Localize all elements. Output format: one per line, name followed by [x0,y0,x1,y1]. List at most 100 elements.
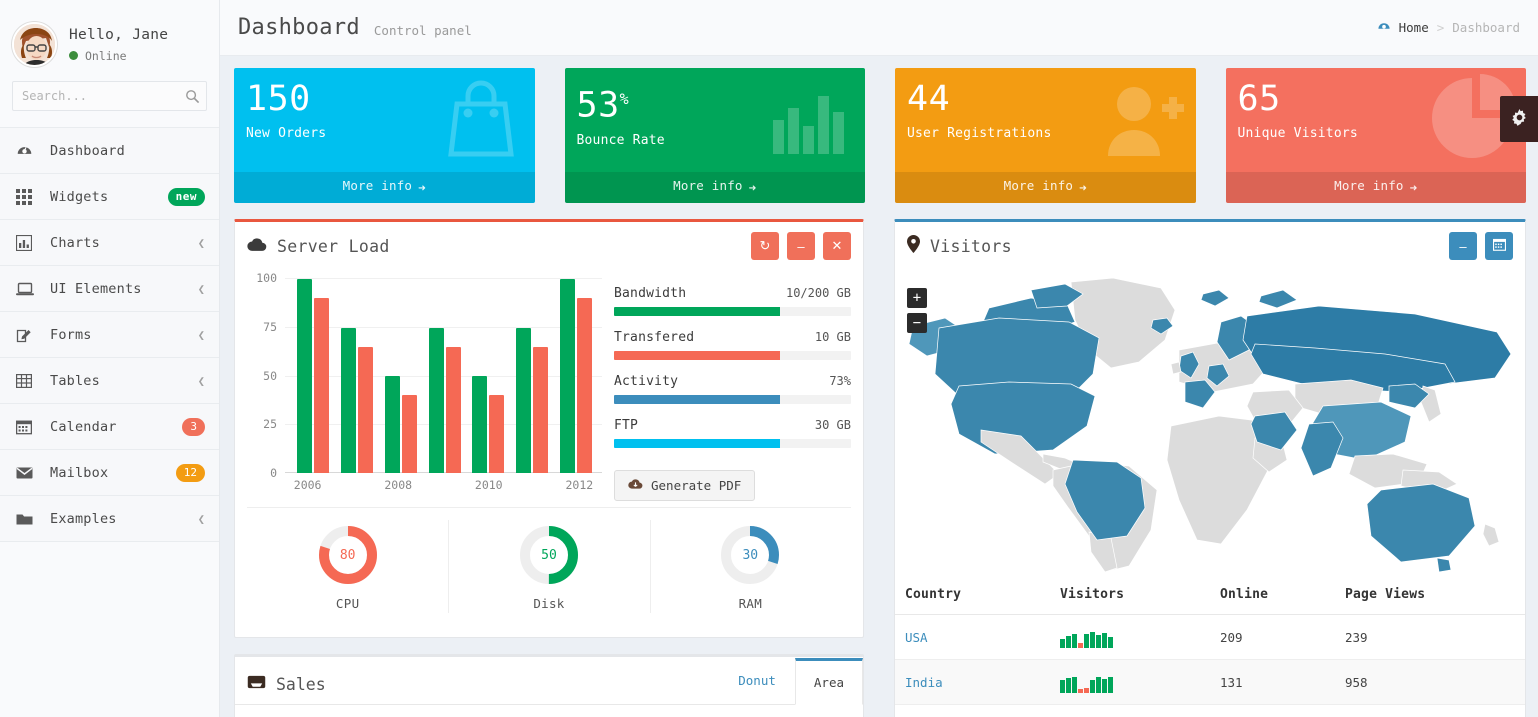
server-load-title: Server Load [277,236,390,256]
sidebar-item-label: Examples [50,510,117,527]
server-load-chart: 100 75 50 25 0 2006 2008 2010 2012 [247,271,602,501]
sales-header: Sales Donut Area [235,657,863,705]
more-info-label: More info [342,178,413,193]
bar [340,327,356,473]
search-button[interactable] [181,85,203,107]
sidebar-item-dashboard[interactable]: Dashboard [0,128,219,174]
chevron-left-icon: ❮ [197,235,205,250]
sidebar-item-ui-elements[interactable]: UI Elements ❮ [0,266,219,312]
gauge-value: 30 [742,548,759,563]
panel-tools: – [1449,232,1513,260]
map-zoom-out-button[interactable]: − [907,313,927,333]
sidebar-item-calendar[interactable]: Calendar 3 [0,404,219,450]
column-page-views[interactable]: Page Views [1335,575,1525,615]
info-box-new-orders[interactable]: 150 New Orders More info ➜ [234,68,535,203]
cell-page-views: 958 [1335,659,1525,705]
cell-visitors-sparkline [1050,614,1210,660]
app-root: Hello, Jane Online Search... Dashboard W… [0,0,1538,717]
generate-pdf-button[interactable]: Generate PDF [614,470,756,501]
cloud-icon [247,237,267,256]
cell-visitors-sparkline [1050,704,1210,717]
x-tick-label [511,478,556,492]
close-button[interactable]: ✕ [823,232,851,260]
info-box-more-link[interactable]: More info ➜ [564,172,865,203]
server-load-panel: Server Load ↻ – ✕ 100 75 50 25 0 2006 20… [234,219,864,638]
chevron-left-icon: ❮ [197,511,205,526]
info-box-number: 53 [576,85,620,126]
sparkline-bar [1108,677,1113,693]
info-box-more-link[interactable]: More info ➜ [234,172,535,203]
server-load-header: Server Load ↻ – ✕ [235,222,863,270]
chevron-left-icon: ❮ [197,281,205,296]
gauge-cpu: 80 CPU [247,508,448,625]
sidebar-badge-new: new [167,187,205,206]
progress-value: 73% [829,374,851,388]
progress-activity: Activity 73% [614,374,851,404]
column-online[interactable]: Online [1210,575,1335,615]
info-box-user-registrations[interactable]: 44 User Registrations More info ➜ [895,68,1196,203]
refresh-icon: ↻ [759,238,771,253]
cell-country: India [895,659,1050,705]
map-zoom-controls: + − [907,288,927,338]
info-box-bounce-rate[interactable]: 53% Bounce Rate More info ➜ [564,68,865,203]
sidebar-item-label: Charts [50,234,100,251]
bar [489,395,505,473]
sidebar-item-widgets[interactable]: Widgets new [0,174,219,220]
sidebar-item-charts[interactable]: Charts ❮ [0,220,219,266]
collapse-button[interactable]: – [1449,232,1477,260]
country-link[interactable]: USA [905,630,928,645]
collapse-button[interactable]: – [787,232,815,260]
column-country[interactable]: Country [895,575,1050,615]
sidebar-item-tables[interactable]: Tables ❮ [0,358,219,404]
x-tick-label [330,478,375,492]
more-info-label: More info [1003,178,1074,193]
refresh-button[interactable]: ↻ [751,232,779,260]
calendar-button[interactable] [1485,232,1513,260]
map-zoom-in-button[interactable]: + [907,288,927,308]
x-tick-label [421,478,466,492]
tab-donut[interactable]: Donut [719,657,795,704]
sparkline-bar [1078,689,1083,693]
gauge-disk: 50 Disk [448,508,649,625]
generate-pdf-label: Generate PDF [651,478,742,493]
country-link[interactable]: India [905,675,943,690]
table-header-row: Country Visitors Online Page Views [895,575,1525,615]
sparkline-bar [1102,633,1107,648]
sidebar-item-label: Calendar [50,418,117,435]
sidebar-item-mailbox[interactable]: Mailbox 12 [0,450,219,496]
avatar[interactable] [12,22,57,67]
sidebar-item-forms[interactable]: Forms ❮ [0,312,219,358]
tab-area[interactable]: Area [794,658,863,705]
breadcrumb-home-link[interactable]: Home [1399,20,1429,35]
visitors-panel: Visitors – + − Country Visitors Online P… [894,219,1526,717]
search-input[interactable] [12,81,207,111]
visitors-header: Visitors – [895,222,1525,270]
user-plus-icon [1096,74,1188,164]
control-sidebar-toggle[interactable] [1500,96,1538,142]
chart-x-axis: 2006 2008 2010 2012 [285,478,602,492]
sparkline-bar [1066,678,1071,693]
sidebar-item-examples[interactable]: Examples ❮ [0,496,219,542]
progress-fill [614,307,780,316]
chevron-left-icon: ❮ [197,327,205,342]
bar [296,279,312,473]
right-column: Visitors – + − Country Visitors Online P… [894,219,1526,717]
world-map[interactable]: + − [895,270,1525,575]
bar-chart-icon [765,74,857,164]
y-tick: 0 [270,466,277,480]
chart-plot-area [285,278,602,473]
close-icon: ✕ [831,238,843,253]
x-tick-label: 2010 [474,478,503,492]
column-visitors[interactable]: Visitors [1050,575,1210,615]
sidebar-badge-calendar: 3 [182,417,205,436]
more-info-label: More info [673,178,743,193]
info-box-more-link[interactable]: More info ➜ [895,172,1196,203]
progress-label: Bandwidth [614,286,687,301]
table-icon [16,373,38,389]
sparkline-bar [1060,680,1065,693]
info-box-more-link[interactable]: More info ➜ [1225,172,1526,203]
info-box-unique-visitors[interactable]: 65 Unique Visitors More info ➜ [1225,68,1526,203]
breadcrumb-separator: > [1436,20,1445,35]
cell-visitors-sparkline [1050,659,1210,705]
sparkline-bar [1108,637,1113,648]
